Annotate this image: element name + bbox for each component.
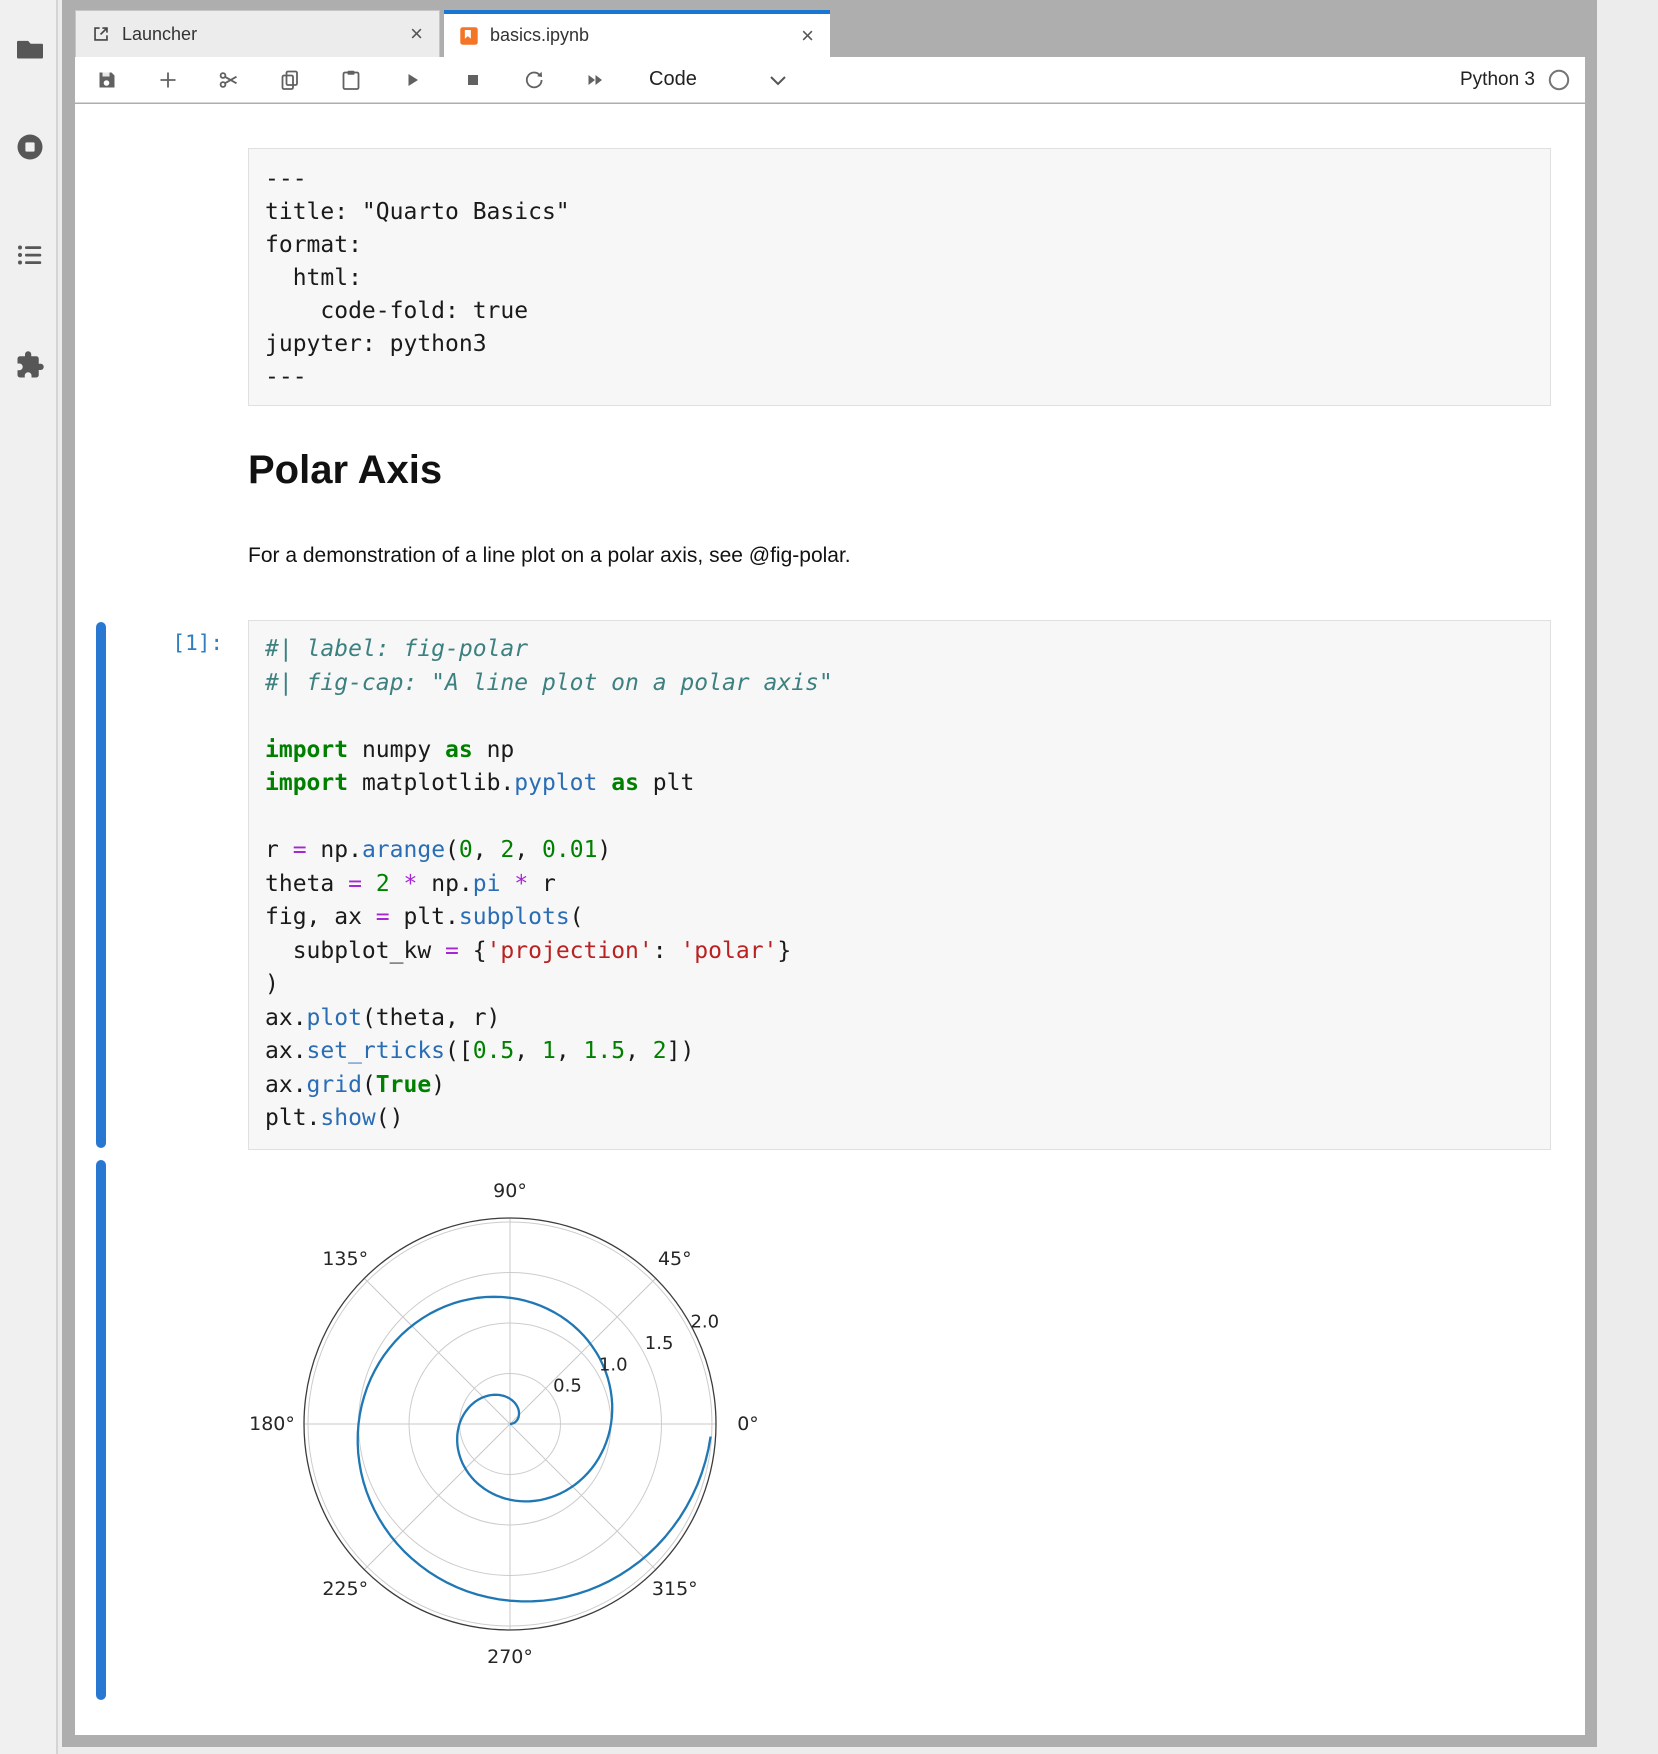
save-icon[interactable] bbox=[95, 68, 119, 92]
svg-text:0.5: 0.5 bbox=[553, 1376, 582, 1397]
tab-launcher[interactable]: Launcher × bbox=[75, 10, 440, 57]
svg-text:180°: 180° bbox=[250, 1413, 295, 1435]
left-activity-sidebar bbox=[0, 0, 58, 1754]
svg-text:45°: 45° bbox=[658, 1248, 692, 1270]
close-icon[interactable]: × bbox=[797, 23, 818, 49]
svg-text:90°: 90° bbox=[493, 1180, 527, 1202]
cell-type-value: Code bbox=[649, 68, 697, 91]
svg-text:225°: 225° bbox=[322, 1578, 368, 1600]
svg-text:135°: 135° bbox=[322, 1248, 368, 1270]
polar-plot-output: 0° 45° 90° 135° 180° 225° 270° 315° 0.5 1.0 1.5 2.0 bbox=[250, 1158, 770, 1698]
tab-basics-ipynb[interactable]: basics.ipynb × bbox=[444, 10, 830, 57]
tab-label: Launcher bbox=[122, 24, 406, 45]
stop-icon[interactable] bbox=[461, 68, 485, 92]
jupyterlab-screenshot: ⚙ ⚙ Launcher × bbox=[0, 0, 1658, 1754]
notebook-icon bbox=[458, 25, 480, 47]
folder-icon[interactable] bbox=[15, 34, 45, 64]
main-panel: Launcher × basics.ipynb × bbox=[62, 0, 1597, 1747]
launcher-icon bbox=[90, 23, 112, 45]
tab-bar: Launcher × basics.ipynb × bbox=[75, 10, 1585, 57]
restart-kernel-icon[interactable] bbox=[522, 68, 546, 92]
svg-text:2.0: 2.0 bbox=[690, 1312, 719, 1333]
list-icon[interactable] bbox=[15, 240, 45, 270]
svg-text:1.0: 1.0 bbox=[599, 1354, 628, 1375]
svg-text:1.5: 1.5 bbox=[645, 1333, 674, 1354]
run-icon[interactable] bbox=[400, 68, 424, 92]
kernel-name: Python 3 bbox=[1460, 69, 1535, 91]
cell-type-dropdown[interactable]: Code bbox=[649, 68, 787, 91]
kernel-indicator[interactable]: Python 3 bbox=[1460, 68, 1571, 92]
puzzle-icon[interactable] bbox=[15, 350, 45, 380]
fast-forward-icon[interactable] bbox=[583, 68, 607, 92]
svg-text:0°: 0° bbox=[737, 1413, 759, 1435]
paste-icon[interactable] bbox=[339, 68, 363, 92]
svg-text:315°: 315° bbox=[652, 1578, 698, 1600]
polar-plot: 0° 45° 90° 135° 180° 225° 270° 315° 0.5 1.0 1.5 2.0 bbox=[250, 1158, 770, 1698]
svg-text:270°: 270° bbox=[487, 1646, 533, 1668]
output-collapser[interactable] bbox=[96, 1160, 106, 1700]
input-collapser[interactable] bbox=[96, 622, 106, 1148]
markdown-paragraph: For a demonstration of a line plot on a … bbox=[248, 544, 851, 568]
notebook-toolbar: Code Python 3 bbox=[75, 57, 1585, 103]
markdown-heading: Polar Axis bbox=[248, 448, 442, 493]
code-cell-editor[interactable]: #| label: fig-polar#| fig-cap: "A line p… bbox=[248, 620, 1551, 1150]
stop-circle-icon[interactable] bbox=[15, 132, 45, 162]
execution-count: [1]: bbox=[75, 631, 223, 655]
tab-label: basics.ipynb bbox=[490, 25, 797, 46]
kernel-status-icon bbox=[1547, 68, 1571, 92]
notebook-content: ---title: "Quarto Basics"format: html: c… bbox=[75, 104, 1585, 1735]
chevron-down-icon bbox=[769, 74, 787, 86]
raw-yaml-cell[interactable]: ---title: "Quarto Basics"format: html: c… bbox=[248, 148, 1551, 406]
cut-icon[interactable] bbox=[217, 68, 241, 92]
copy-icon[interactable] bbox=[278, 68, 302, 92]
close-icon[interactable]: × bbox=[406, 21, 427, 47]
add-cell-icon[interactable] bbox=[156, 68, 180, 92]
